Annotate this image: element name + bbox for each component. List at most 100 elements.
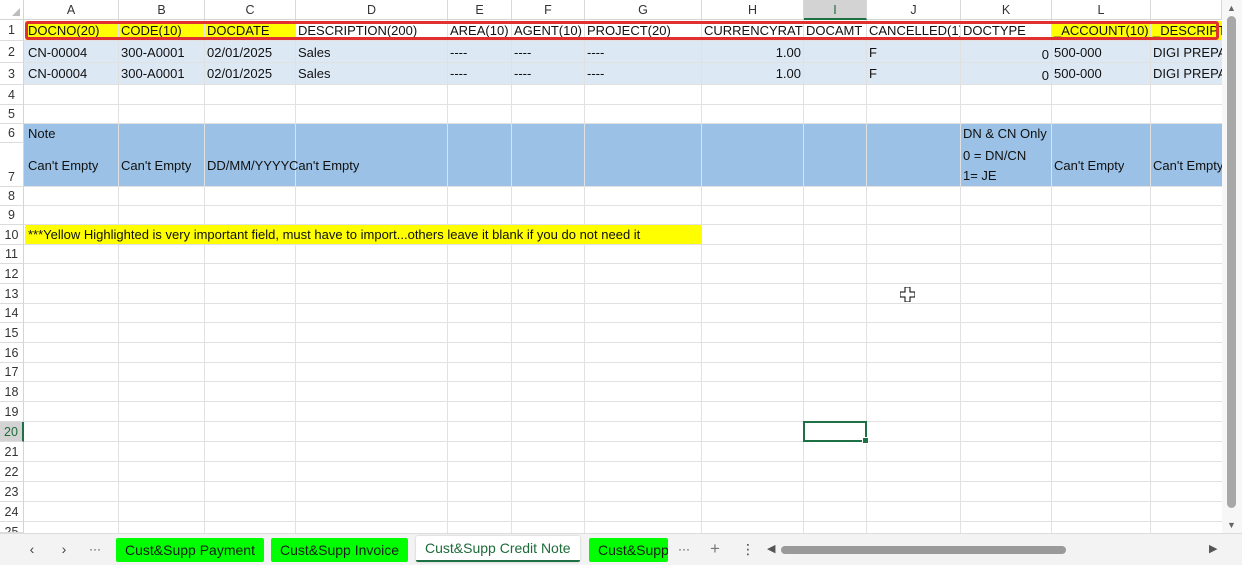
vertical-scrollbar[interactable]: ▲ ▼ [1222, 0, 1242, 533]
sheet-options-icon[interactable]: ⋮ [737, 539, 759, 559]
row-header-10[interactable]: 10 [0, 225, 24, 245]
cell-e1[interactable]: AREA(10) [450, 21, 511, 40]
row-header-5[interactable]: 5 [0, 105, 24, 124]
row-header-16[interactable]: 16 [0, 343, 24, 363]
row-header-6[interactable]: 6 [0, 124, 24, 143]
cell-b2[interactable]: 300-A0001 [121, 43, 185, 62]
column-header-i[interactable]: I [804, 0, 867, 20]
column-header-a[interactable]: A [24, 0, 119, 20]
row-header-8[interactable]: 8 [0, 187, 24, 206]
cell-e3[interactable]: ---- [450, 64, 467, 83]
column-header-g[interactable]: G [585, 0, 702, 20]
row-header-20[interactable]: 20 [0, 422, 24, 442]
column-header-j[interactable]: J [867, 0, 961, 20]
column-header-k[interactable]: K [961, 0, 1052, 20]
note-label[interactable]: Note [28, 124, 55, 143]
cell-b1[interactable]: CODE(10) [119, 21, 204, 40]
cell-g2[interactable]: ---- [587, 43, 604, 62]
instruction-text[interactable]: ***Yellow Highlighted is very important … [25, 225, 702, 244]
row-header-2[interactable]: 2 [0, 41, 24, 63]
row-header-23[interactable]: 23 [0, 482, 24, 502]
cell-f1[interactable]: AGENT(10) [514, 21, 584, 40]
cell-k3[interactable]: 0 [963, 66, 1049, 85]
row-header-3[interactable]: 3 [0, 63, 24, 85]
column-header-c[interactable]: C [205, 0, 296, 20]
note-b[interactable]: Can't Empty [121, 156, 191, 175]
note-m[interactable]: Can't Empty [1153, 156, 1222, 175]
cell-c1[interactable]: DOCDATE [205, 21, 295, 40]
scroll-right-icon[interactable]: ▶ [1209, 542, 1217, 555]
note-a[interactable]: Can't Empty [28, 156, 98, 175]
row-header-7[interactable]: 7 [0, 143, 24, 187]
scroll-down-icon[interactable]: ▼ [1227, 520, 1236, 530]
cell-h2[interactable]: 1.00 [704, 43, 801, 62]
prev-sheet-icon[interactable]: ‹ [21, 539, 43, 559]
cell-a1[interactable]: DOCNO(20) [25, 21, 118, 40]
cell-i1[interactable]: DOCAMT [806, 21, 866, 40]
column-header-m[interactable] [1151, 0, 1222, 20]
tab-cust-supp-partial[interactable]: Cust&Supp [589, 538, 668, 562]
cell-c3[interactable]: 02/01/2025 [207, 64, 272, 83]
cell-j2[interactable]: F [869, 43, 877, 62]
cell-d3[interactable]: Sales [298, 64, 331, 83]
column-header-f[interactable]: F [512, 0, 585, 20]
column-header-h[interactable]: H [702, 0, 804, 20]
note-l[interactable]: Can't Empty [1054, 156, 1124, 175]
row-header-19[interactable]: 19 [0, 402, 24, 422]
row-header-9[interactable]: 9 [0, 206, 24, 225]
vertical-scroll-thumb[interactable] [1227, 16, 1236, 508]
cell-a3[interactable]: CN-00004 [28, 64, 87, 83]
cell-d2[interactable]: Sales [298, 43, 331, 62]
cell-j3[interactable]: F [869, 64, 877, 83]
cell-f2[interactable]: ---- [514, 43, 531, 62]
cell-j1[interactable]: CANCELLED(1) [869, 21, 960, 40]
cell-h1[interactable]: CURRENCYRATE [704, 21, 803, 40]
cell-m2[interactable]: DIGI PREPA [1153, 43, 1222, 62]
note-k-doctype-scope[interactable]: DN & CN Only [963, 124, 1047, 143]
column-header-d[interactable]: D [296, 0, 448, 20]
horizontal-scroll-thumb[interactable] [781, 546, 1066, 554]
cell-e2[interactable]: ---- [450, 43, 467, 62]
horizontal-scrollbar[interactable]: ◀ ▶ [767, 540, 1222, 560]
note-d[interactable]: Can't Empty [289, 156, 359, 175]
active-cell-i20[interactable] [803, 421, 869, 444]
next-sheet-icon[interactable]: › [53, 539, 75, 559]
cell-k2[interactable]: 0 [963, 45, 1049, 64]
scroll-left-icon[interactable]: ◀ [767, 542, 775, 555]
cell-l1[interactable]: _ACCOUNT(10) [1052, 21, 1150, 40]
more-sheets-left-icon[interactable]: ··· [84, 539, 106, 559]
row-header-12[interactable]: 12 [0, 264, 24, 284]
more-sheets-right-icon[interactable]: ··· [673, 539, 695, 559]
add-sheet-icon[interactable]: + [704, 539, 726, 559]
row-header-18[interactable]: 18 [0, 382, 24, 402]
row-header-13[interactable]: 13 [0, 284, 24, 304]
column-header-l[interactable]: L [1052, 0, 1151, 20]
cell-m3[interactable]: DIGI PREPA [1153, 64, 1222, 83]
cell-l3[interactable]: 500-000 [1054, 64, 1102, 83]
row-header-15[interactable]: 15 [0, 323, 24, 343]
column-header-b[interactable]: B [119, 0, 205, 20]
cell-d1[interactable]: DESCRIPTION(200) [298, 21, 447, 40]
column-header-e[interactable]: E [448, 0, 512, 20]
select-all-corner[interactable] [0, 0, 24, 20]
cell-h3[interactable]: 1.00 [704, 64, 801, 83]
cell-m1[interactable]: _DESCRIPT [1151, 21, 1222, 40]
tab-cust-supp-credit-note[interactable]: Cust&Supp Credit Note [416, 536, 580, 562]
cell-c2[interactable]: 02/01/2025 [207, 43, 272, 62]
row-header-25[interactable]: 25 [0, 522, 24, 533]
row-header-22[interactable]: 22 [0, 462, 24, 482]
note-k-doctype-1[interactable]: 1= JE [963, 166, 997, 185]
row-header-11[interactable]: 11 [0, 245, 24, 264]
cell-f3[interactable]: ---- [514, 64, 531, 83]
row-header-14[interactable]: 14 [0, 304, 24, 323]
row-header-21[interactable]: 21 [0, 442, 24, 462]
cell-grid[interactable]: DOCNO(20) CODE(10) DOCDATE DESCRIPTION(2… [24, 20, 1222, 533]
cell-g1[interactable]: PROJECT(20) [587, 21, 701, 40]
note-k-doctype-0[interactable]: 0 = DN/CN [963, 146, 1026, 165]
note-c[interactable]: DD/MM/YYYY [207, 156, 292, 175]
row-header-24[interactable]: 24 [0, 502, 24, 522]
cell-a2[interactable]: CN-00004 [28, 43, 87, 62]
row-header-4[interactable]: 4 [0, 85, 24, 105]
tab-cust-supp-payment[interactable]: Cust&Supp Payment [116, 538, 264, 562]
tab-cust-supp-invoice[interactable]: Cust&Supp Invoice [271, 538, 409, 562]
